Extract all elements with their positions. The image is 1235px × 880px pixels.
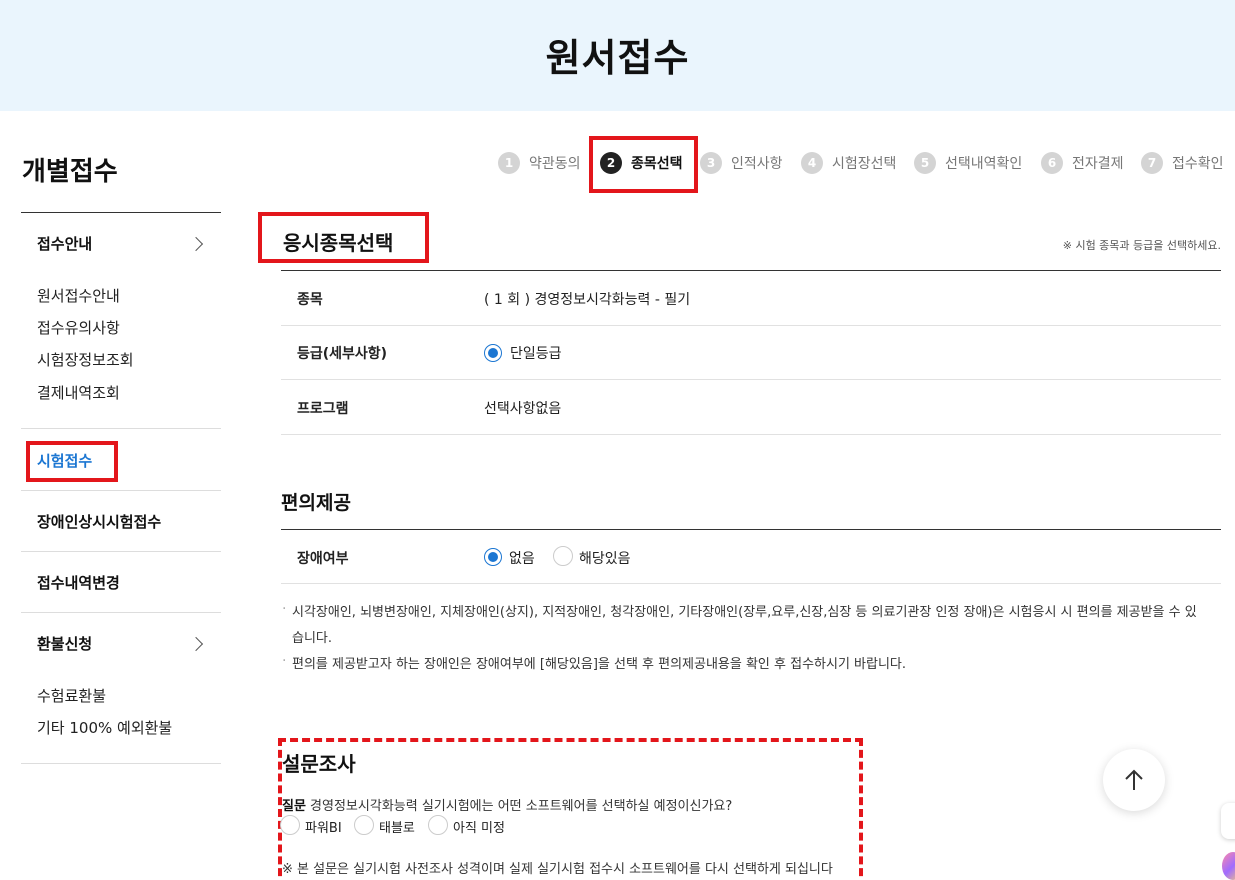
chevron-right-icon[interactable] bbox=[188, 236, 204, 252]
row-label-grade: 등급(세부사항) bbox=[297, 346, 388, 362]
sidebar-subitem-venue-lookup[interactable]: 시험장정보조회 bbox=[37, 349, 134, 370]
step-confirm: 7 접수확인 bbox=[1141, 151, 1224, 175]
grade-radio-single[interactable] bbox=[484, 344, 502, 362]
table-divider bbox=[281, 270, 1221, 271]
table-divider bbox=[281, 434, 1221, 435]
disability-radio-none[interactable] bbox=[484, 548, 502, 566]
scroll-top-button[interactable] bbox=[1103, 749, 1165, 811]
section-title-accommodation: 편의제공 bbox=[281, 492, 351, 514]
section-title-survey: 설문조사 bbox=[282, 752, 356, 776]
table-divider bbox=[281, 379, 1221, 380]
survey-radio-tableau[interactable] bbox=[354, 815, 374, 835]
survey-option-undecided[interactable]: 아직 미정 bbox=[453, 817, 505, 836]
accommodation-note: 편의를 제공받고자 하는 장애인은 장애여부에 [해당있음]을 선택 후 편의제… bbox=[292, 657, 907, 672]
sidebar-item-reception-guide[interactable]: 접수안내 bbox=[37, 233, 92, 254]
step-number: 3 bbox=[700, 152, 722, 174]
step-label: 약관동의 bbox=[529, 156, 581, 172]
step-number: 1 bbox=[498, 152, 520, 174]
sidebar-subitem-application-guide[interactable]: 원서접수안내 bbox=[37, 285, 120, 306]
row-value-program: 선택사항없음 bbox=[484, 401, 562, 417]
disability-radio-applicable[interactable] bbox=[553, 546, 573, 566]
step-payment: 6 전자결제 bbox=[1041, 151, 1124, 175]
sidebar-divider bbox=[21, 212, 221, 213]
survey-question-prefix: 질문 bbox=[282, 799, 306, 814]
step-label: 종목선택 bbox=[631, 156, 683, 172]
step-number: 7 bbox=[1141, 152, 1163, 174]
sidebar-item-change-application[interactable]: 접수내역변경 bbox=[37, 572, 120, 593]
row-label-event: 종목 bbox=[297, 292, 323, 308]
step-label: 전자결제 bbox=[1072, 156, 1124, 172]
step-review: 5 선택내역확인 bbox=[914, 151, 1022, 175]
sidebar-divider bbox=[21, 763, 221, 764]
survey-option-tableau[interactable]: 태블로 bbox=[379, 817, 415, 836]
survey-footnote: ※ 본 설문은 실기시험 사전조사 성격이며 실제 실기시험 접수시 소프트웨어… bbox=[282, 862, 833, 877]
sidebar-item-exam-application[interactable]: 시험접수 bbox=[37, 450, 92, 471]
survey-radio-undecided[interactable] bbox=[428, 815, 448, 835]
sidebar-divider bbox=[21, 551, 221, 552]
sidebar-subitem-precautions[interactable]: 접수유의사항 bbox=[37, 317, 120, 338]
sidebar-divider bbox=[21, 490, 221, 491]
step-number: 2 bbox=[600, 152, 622, 174]
chatbot-icon[interactable] bbox=[1222, 852, 1235, 880]
sidebar-subitem-exception-refund[interactable]: 기타 100% 예외환불 bbox=[37, 717, 172, 738]
table-divider bbox=[281, 325, 1221, 326]
sidebar-item-refund[interactable]: 환불신청 bbox=[37, 633, 92, 654]
row-value-event: ( 1 회 ) 경영정보시각화능력 - 필기 bbox=[484, 292, 691, 308]
step-event-select: 2 종목선택 bbox=[600, 151, 683, 175]
floating-widget[interactable] bbox=[1221, 803, 1235, 839]
chevron-right-icon[interactable] bbox=[188, 636, 204, 652]
accommodation-note: 시각장애인, 뇌병변장애인, 지체장애인(상지), 지적장애인, 청각장애인, … bbox=[292, 605, 1197, 646]
sidebar-subitem-fee-refund[interactable]: 수험료환불 bbox=[37, 685, 106, 706]
sidebar-divider bbox=[21, 612, 221, 613]
step-venue-select: 4 시험장선택 bbox=[801, 151, 896, 175]
survey-question-text: 경영정보시각화능력 실기시험에는 어떤 소프트웨어를 선택하실 예정이신가요? bbox=[305, 799, 733, 814]
step-number: 6 bbox=[1041, 152, 1063, 174]
survey-radio-powerbi[interactable] bbox=[280, 815, 300, 835]
sidebar-subitem-payment-history[interactable]: 결제내역조회 bbox=[37, 382, 120, 403]
survey-question: 질문 경영정보시각화능력 실기시험에는 어떤 소프트웨어를 선택하실 예정이신가… bbox=[282, 795, 732, 814]
grade-option-label[interactable]: 단일등급 bbox=[510, 343, 562, 363]
bullet-icon: · bbox=[282, 601, 287, 617]
step-label: 선택내역확인 bbox=[945, 156, 1023, 172]
sidebar-item-disabled-exam[interactable]: 장애인상시시험접수 bbox=[37, 511, 161, 532]
page-banner: 원서접수 bbox=[0, 0, 1235, 111]
sidebar-divider bbox=[21, 428, 221, 429]
step-number: 4 bbox=[801, 152, 823, 174]
step-number: 5 bbox=[914, 152, 936, 174]
step-label: 접수확인 bbox=[1172, 156, 1224, 172]
row-label-disability: 장애여부 bbox=[297, 551, 349, 567]
page-title: 원서접수 bbox=[545, 36, 690, 80]
step-label: 인적사항 bbox=[731, 156, 783, 172]
survey-option-powerbi[interactable]: 파워BI bbox=[305, 817, 342, 836]
section-note: ※ 시험 종목과 등급을 선택하세요. bbox=[1062, 239, 1221, 252]
disability-option-applicable[interactable]: 해당있음 bbox=[579, 548, 631, 568]
table-divider bbox=[281, 583, 1221, 584]
step-terms: 1 약관동의 bbox=[498, 151, 581, 175]
bullet-icon: · bbox=[282, 653, 287, 669]
step-personal-info: 3 인적사항 bbox=[700, 151, 783, 175]
step-label: 시험장선택 bbox=[832, 156, 897, 172]
disability-option-none[interactable]: 없음 bbox=[509, 548, 535, 568]
arrow-up-icon bbox=[1125, 769, 1143, 790]
row-label-program: 프로그램 bbox=[297, 401, 349, 417]
section-title-exam-select: 응시종목선택 bbox=[283, 231, 394, 255]
sidebar-title: 개별접수 bbox=[22, 157, 118, 187]
table-divider bbox=[281, 529, 1221, 530]
